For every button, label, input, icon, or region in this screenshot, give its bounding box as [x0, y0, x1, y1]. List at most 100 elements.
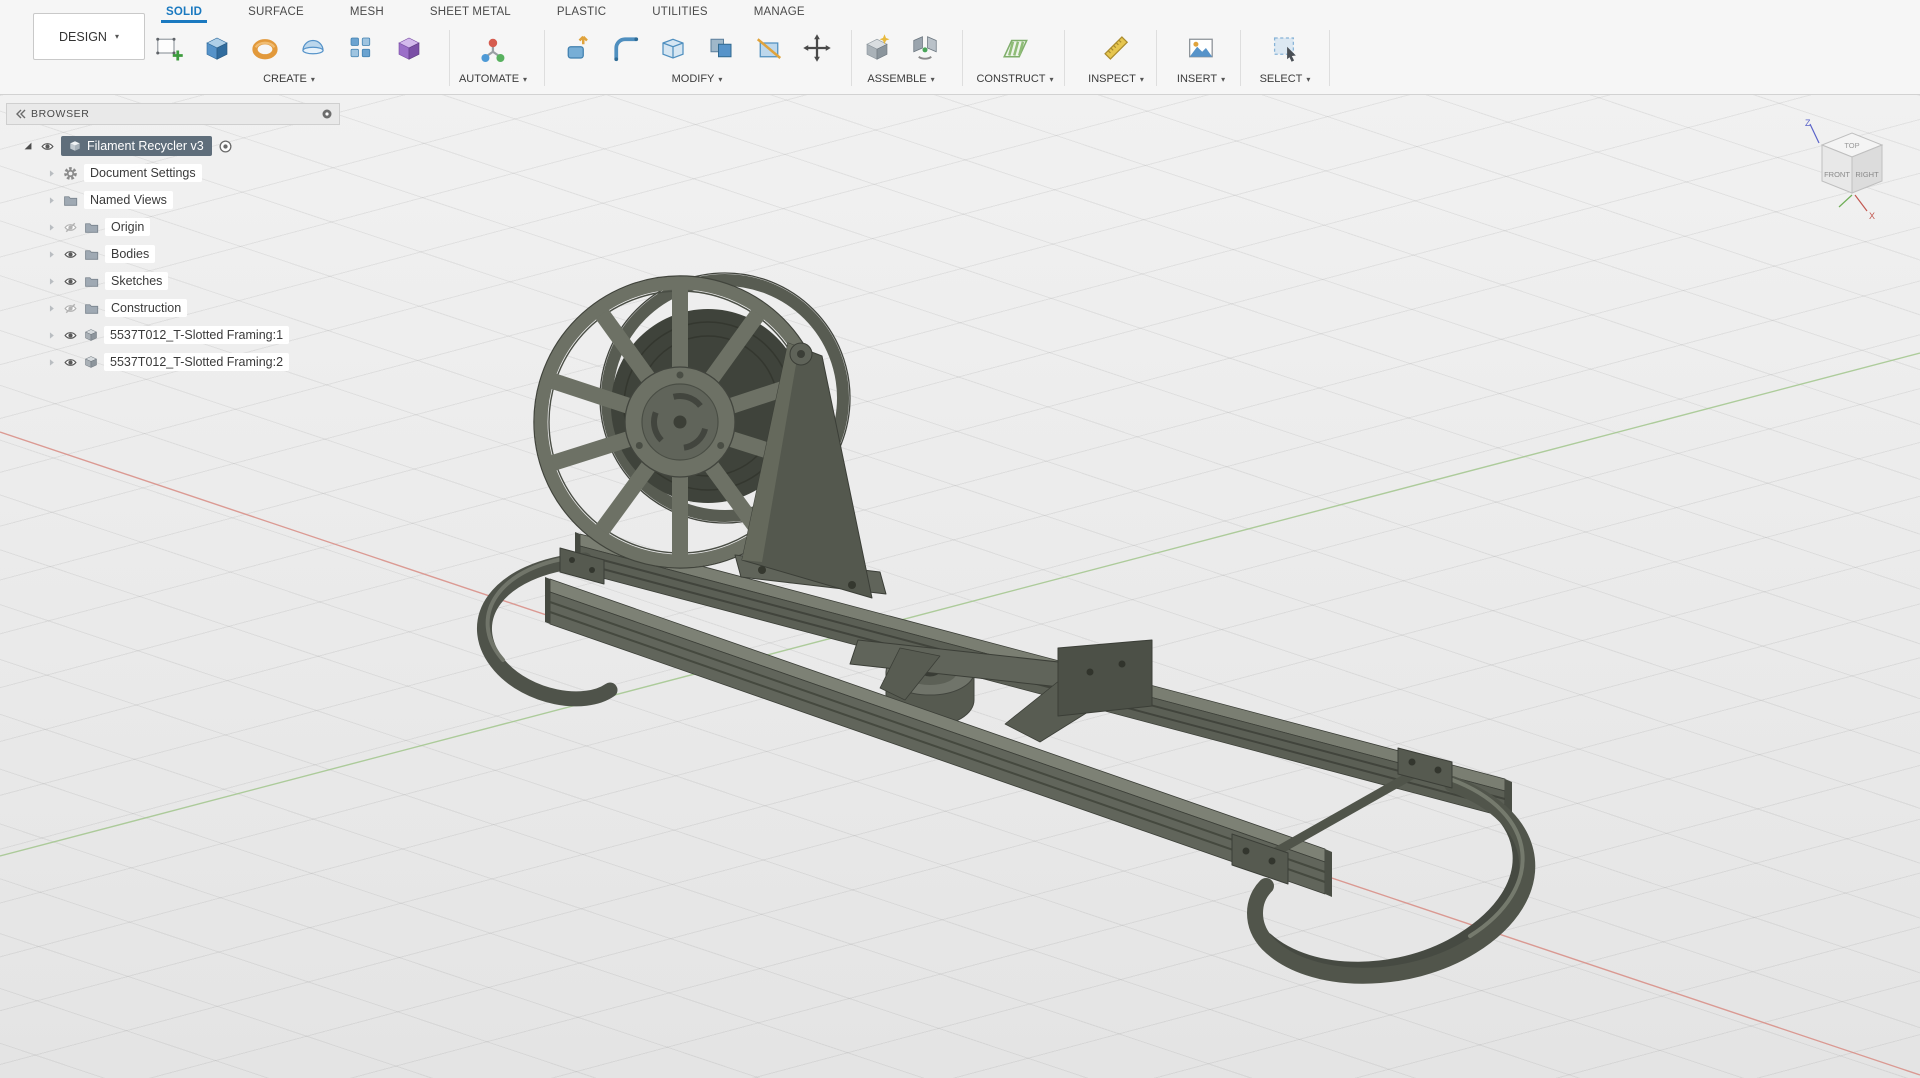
expand-arrow-icon[interactable] — [46, 222, 57, 233]
browser-item-label[interactable]: Origin — [105, 218, 150, 236]
shell-icon[interactable] — [649, 26, 697, 70]
create-menu-button[interactable]: CREATE ▾ — [263, 73, 315, 85]
toolbar-divider — [851, 30, 852, 86]
automate-menu-button[interactable]: AUTOMATE ▾ — [459, 73, 527, 85]
tab-surface[interactable]: SURFACE — [248, 0, 304, 23]
create-base-feature-icon[interactable] — [385, 26, 433, 70]
joint-icon[interactable] — [901, 26, 949, 70]
chevron-down-icon: ▾ — [1221, 75, 1225, 84]
insert-canvas-icon[interactable] — [1177, 26, 1225, 70]
eye-icon[interactable] — [40, 139, 55, 154]
folder-icon — [84, 220, 99, 235]
expand-arrow-icon[interactable] — [46, 303, 57, 314]
design-menu-button[interactable]: DESIGN ▾ — [33, 13, 145, 60]
expand-arrow-icon[interactable] — [46, 276, 57, 287]
browser-item-label[interactable]: Sketches — [105, 272, 168, 290]
view-cube[interactable]: Z TOP FRONT RIGHT X — [1795, 115, 1910, 230]
modify-menu-label: MODIFY — [672, 73, 715, 85]
modify-menu-button[interactable]: MODIFY ▾ — [672, 73, 723, 85]
tab-mesh[interactable]: MESH — [350, 0, 384, 23]
fillet-icon[interactable] — [601, 26, 649, 70]
tab-solid[interactable]: SOLID — [166, 0, 202, 23]
browser-item-framing-2[interactable]: 5537T012_T-Slotted Framing:2 — [6, 349, 340, 375]
press-pull-icon[interactable] — [553, 26, 601, 70]
expand-arrow-icon[interactable] — [46, 249, 57, 260]
browser-item-framing-1[interactable]: 5537T012_T-Slotted Framing:1 — [6, 322, 340, 348]
folder-icon — [84, 247, 99, 262]
browser-item-label[interactable]: Document Settings — [84, 164, 202, 182]
browser-item-bodies[interactable]: Bodies — [6, 241, 340, 267]
construct-menu-button[interactable]: CONSTRUCT ▾ — [976, 73, 1053, 85]
expand-arrow-icon[interactable] — [46, 168, 57, 179]
insert-menu-label: INSERT — [1177, 73, 1217, 85]
browser-item-label[interactable]: Construction — [105, 299, 187, 317]
tab-sheet-metal[interactable]: SHEET METAL — [430, 0, 511, 23]
insert-menu-button[interactable]: INSERT ▾ — [1177, 73, 1225, 85]
chevron-down-icon: ▾ — [523, 75, 527, 84]
tab-manage[interactable]: MANAGE — [754, 0, 805, 23]
eye-icon[interactable] — [63, 247, 78, 262]
measure-icon[interactable] — [1092, 26, 1140, 70]
expanded-wedge-icon[interactable] — [22, 140, 34, 152]
browser-item-origin[interactable]: Origin — [6, 214, 340, 240]
assemble-menu-button[interactable]: ASSEMBLE ▾ — [867, 73, 934, 85]
eye-off-icon[interactable] — [63, 220, 78, 235]
folder-icon — [84, 274, 99, 289]
assemble-menu-label: ASSEMBLE — [867, 73, 926, 85]
surface-patch-icon[interactable] — [289, 26, 337, 70]
tab-plastic[interactable]: PLASTIC — [557, 0, 606, 23]
expand-arrow-icon[interactable] — [46, 330, 57, 341]
eye-off-icon[interactable] — [63, 301, 78, 316]
automate-icon[interactable] — [469, 26, 517, 70]
root-component-chip[interactable]: Filament Recycler v3 — [61, 136, 212, 156]
component-icon — [84, 355, 98, 369]
browser-item-sketches[interactable]: Sketches — [6, 268, 340, 294]
toolbar-group-insert: INSERT ▾ — [1177, 26, 1225, 85]
activate-component-radio[interactable] — [218, 139, 233, 154]
new-component-icon[interactable] — [853, 26, 901, 70]
inspect-menu-button[interactable]: INSPECT ▾ — [1088, 73, 1144, 85]
move-copy-icon[interactable] — [793, 26, 841, 70]
eye-icon[interactable] — [63, 328, 78, 343]
create-sketch-icon[interactable] — [145, 26, 193, 70]
browser-item-root[interactable]: Filament Recycler v3 — [6, 133, 340, 159]
toolbar-divider — [449, 30, 450, 86]
extrude-icon[interactable] — [193, 26, 241, 70]
browser-item-label[interactable]: Named Views — [84, 191, 173, 209]
browser-header: BROWSER — [6, 103, 340, 125]
browser-item-label[interactable]: Bodies — [105, 245, 155, 263]
create-form-icon[interactable] — [241, 26, 289, 70]
split-body-icon[interactable] — [745, 26, 793, 70]
toolbar-group-select: SELECT ▾ — [1260, 26, 1311, 85]
collapse-panel-icon[interactable] — [13, 107, 27, 121]
pattern-icon[interactable] — [337, 26, 385, 70]
browser-item-construction[interactable]: Construction — [6, 295, 340, 321]
combine-icon[interactable] — [697, 26, 745, 70]
chevron-down-icon: ▾ — [1140, 75, 1144, 84]
eye-icon[interactable] — [63, 274, 78, 289]
display-settings-icon[interactable] — [321, 108, 333, 120]
expand-arrow-icon[interactable] — [46, 357, 57, 368]
toolbar-divider — [1156, 30, 1157, 86]
browser-item-label[interactable]: 5537T012_T-Slotted Framing:1 — [104, 326, 289, 344]
browser-item-document-settings[interactable]: Document Settings — [6, 160, 340, 186]
select-icon[interactable] — [1261, 26, 1309, 70]
browser-item-label[interactable]: 5537T012_T-Slotted Framing:2 — [104, 353, 289, 371]
construction-plane-icon[interactable] — [991, 26, 1039, 70]
create-menu-label: CREATE — [263, 73, 307, 85]
browser-item-named-views[interactable]: Named Views — [6, 187, 340, 213]
filament-recycler-model[interactable] — [484, 273, 1527, 976]
tab-utilities[interactable]: UTILITIES — [652, 0, 707, 23]
axis-z-label: Z — [1805, 118, 1811, 128]
folder-icon — [63, 193, 78, 208]
expand-arrow-icon[interactable] — [46, 195, 57, 206]
toolbar-divider — [1240, 30, 1241, 86]
viewcube-top-label: TOP — [1844, 141, 1859, 150]
toolbar-group-create: CREATE ▾ — [145, 26, 433, 85]
viewport-3d[interactable]: BROWSER Fila — [0, 95, 1920, 1078]
fusion-window: DESIGN ▾ SOLID SURFACE MESH SHEET METAL … — [0, 0, 1920, 1078]
select-menu-button[interactable]: SELECT ▾ — [1260, 73, 1311, 85]
eye-icon[interactable] — [63, 355, 78, 370]
inspect-menu-label: INSPECT — [1088, 73, 1136, 85]
component-icon — [84, 328, 98, 342]
